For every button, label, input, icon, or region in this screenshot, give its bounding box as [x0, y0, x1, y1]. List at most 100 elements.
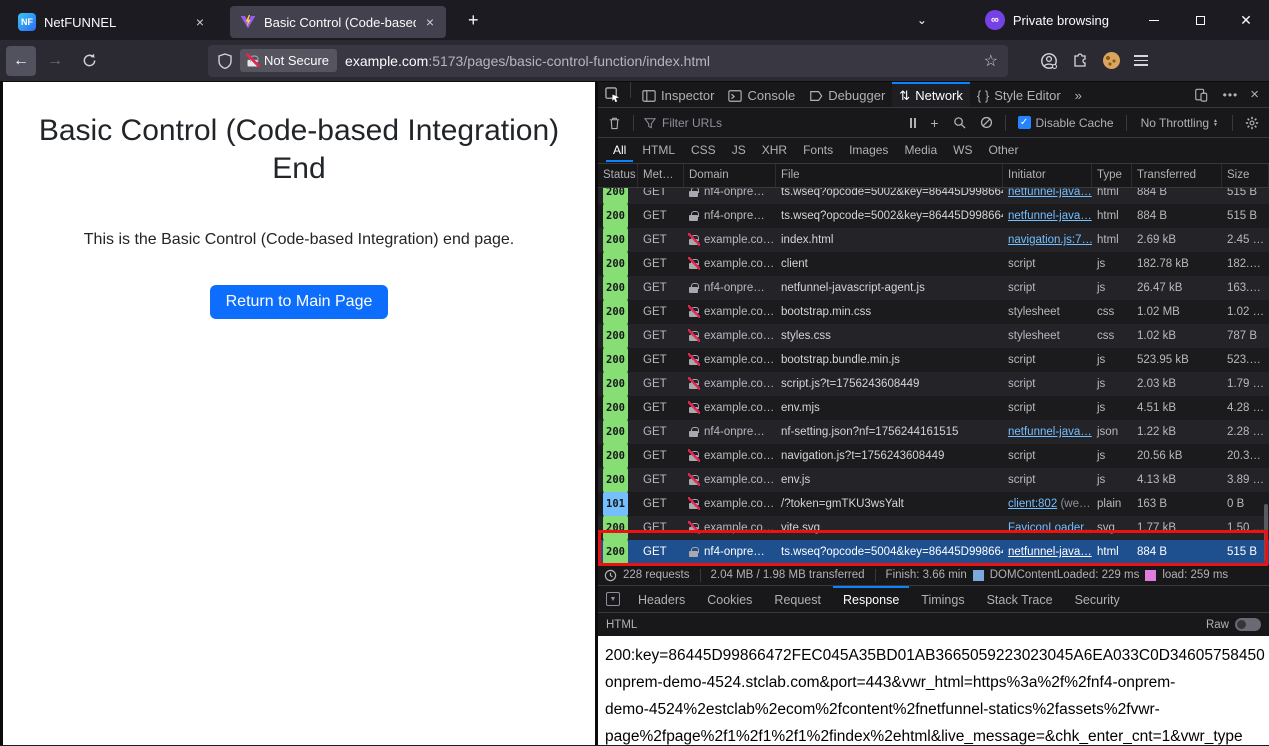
minimize-button[interactable]: [1131, 0, 1177, 40]
type-filter-other[interactable]: Other: [981, 140, 1025, 162]
initiator-cell: netfunnel-java…: [1003, 204, 1092, 228]
cookie-extension-icon[interactable]: [1103, 52, 1120, 69]
method-cell: GET: [638, 324, 684, 348]
initiator-link[interactable]: netfunnel-java…: [1008, 188, 1092, 198]
network-request-row[interactable]: 200 GET example.co… vite.svg FaviconLoad…: [598, 516, 1269, 540]
tab-cookies[interactable]: Cookies: [697, 586, 762, 612]
tab-close-icon[interactable]: ×: [194, 14, 206, 30]
search-icon[interactable]: [947, 116, 972, 129]
column-header-size[interactable]: Size: [1222, 164, 1269, 187]
shield-icon[interactable]: [218, 53, 232, 69]
type-filter-ws[interactable]: WS: [946, 140, 979, 162]
tab-debugger[interactable]: Debugger: [802, 82, 892, 107]
column-header-file[interactable]: File: [776, 164, 1003, 187]
new-tab-button[interactable]: +: [460, 10, 487, 31]
window-close-button[interactable]: ✕: [1223, 0, 1269, 40]
not-secure-chip[interactable]: Not Secure: [240, 49, 337, 72]
network-request-row[interactable]: 200 GET nf4-onpre… ts.wseq?opcode=5002&k…: [598, 188, 1269, 204]
initiator-link[interactable]: FaviconLoader…: [1008, 522, 1092, 534]
tab-inspector[interactable]: Inspector: [635, 82, 721, 107]
extensions-puzzle-icon[interactable]: [1072, 52, 1089, 69]
network-request-row[interactable]: 101 GET example.co… /?token=gmTKU3wsYalt…: [598, 492, 1269, 516]
tab-timings[interactable]: Timings: [911, 586, 974, 612]
tab-security[interactable]: Security: [1065, 586, 1130, 612]
tab-style-editor[interactable]: { } Style Editor: [970, 82, 1068, 107]
chevron-down-icon[interactable]: ⌄: [899, 13, 945, 27]
type-filter-fonts[interactable]: Fonts: [796, 140, 840, 162]
tab-response[interactable]: Response: [833, 586, 909, 612]
return-to-main-page-button[interactable]: Return to Main Page: [210, 285, 389, 319]
column-header-domain[interactable]: Domain: [684, 164, 776, 187]
back-button[interactable]: ←: [6, 46, 36, 76]
tab-netfunnel[interactable]: NF NetFUNNEL ×: [8, 6, 216, 38]
network-request-row[interactable]: 200 GET nf4-onpre… netfunnel-javascript-…: [598, 276, 1269, 300]
file-cell: netfunnel-javascript-agent.js: [776, 276, 1003, 300]
network-request-row[interactable]: 200 GET example.co… styles.css styleshee…: [598, 324, 1269, 348]
initiator-link[interactable]: netfunnel-java…: [1008, 426, 1092, 438]
response-payload[interactable]: 200:key=86445D99866472FEC045A35BD01AB366…: [598, 636, 1269, 745]
type-cell: js: [1092, 252, 1132, 276]
column-header-method[interactable]: Met…: [638, 164, 684, 187]
responsive-design-icon[interactable]: [1187, 88, 1215, 102]
network-request-row[interactable]: 200 GET example.co… env.js script js 4.1…: [598, 468, 1269, 492]
type-filter-css[interactable]: CSS: [684, 140, 723, 162]
forward-button[interactable]: →: [40, 46, 70, 76]
more-tabs-chevrons[interactable]: »: [1068, 82, 1089, 107]
type-cell: html: [1092, 540, 1132, 564]
devtools-menu-icon[interactable]: •••: [1215, 88, 1247, 102]
tab-headers[interactable]: Headers: [628, 586, 695, 612]
maximize-button[interactable]: [1177, 0, 1223, 40]
reload-button[interactable]: [74, 46, 104, 76]
raw-toggle[interactable]: [1235, 618, 1261, 631]
network-request-row[interactable]: 200 GET nf4-onpre… nf-setting.json?nf=17…: [598, 420, 1269, 444]
table-scrollbar-thumb[interactable]: [1264, 504, 1268, 562]
tab-basic-control[interactable]: Basic Control (Code-based Inte ×: [230, 6, 446, 38]
block-requests-icon[interactable]: [974, 116, 999, 129]
pause-traffic-icon[interactable]: [904, 118, 922, 128]
network-request-row[interactable]: 200 GET example.co… bootstrap.bundle.min…: [598, 348, 1269, 372]
tab-request[interactable]: Request: [764, 586, 831, 612]
initiator-link[interactable]: navigation.js:7…: [1008, 234, 1092, 246]
column-header-type[interactable]: Type: [1092, 164, 1132, 187]
type-filter-all[interactable]: All: [606, 140, 633, 162]
initiator-link[interactable]: netfunnel-java…: [1008, 546, 1092, 558]
clear-requests-icon[interactable]: [602, 116, 627, 130]
type-filter-xhr[interactable]: XHR: [755, 140, 794, 162]
pick-element-icon[interactable]: [598, 82, 626, 107]
column-header-init[interactable]: Initiator: [1003, 164, 1092, 187]
url-text[interactable]: example.com:5173/pages/basic-control-fun…: [345, 53, 976, 69]
column-header-trans[interactable]: Transferred: [1132, 164, 1222, 187]
type-filter-media[interactable]: Media: [897, 140, 944, 162]
performance-clock-icon[interactable]: [604, 569, 617, 582]
network-request-row[interactable]: 200 GET example.co… script.js?t=17562436…: [598, 372, 1269, 396]
type-filter-html[interactable]: HTML: [635, 140, 682, 162]
network-request-row[interactable]: 200 GET example.co… index.html navigatio…: [598, 228, 1269, 252]
bookmark-star-icon[interactable]: ☆: [984, 51, 998, 71]
url-bar[interactable]: Not Secure example.com:5173/pages/basic-…: [208, 45, 1008, 77]
filter-urls-input[interactable]: Filter URLs: [640, 116, 902, 130]
details-pane-icon[interactable]: ▼: [606, 592, 620, 606]
initiator-link[interactable]: netfunnel-java…: [1008, 210, 1092, 222]
tab-close-icon[interactable]: ×: [424, 14, 436, 30]
network-request-row[interactable]: 200 GET example.co… client script js 182…: [598, 252, 1269, 276]
network-request-row[interactable]: 200 GET example.co… bootstrap.min.css st…: [598, 300, 1269, 324]
initiator-link[interactable]: client:802: [1008, 498, 1057, 510]
network-request-row[interactable]: 200 GET example.co… env.mjs script js 4.…: [598, 396, 1269, 420]
tab-network[interactable]: ⇅ Network: [892, 82, 970, 107]
status-badge: 200: [603, 516, 628, 540]
account-icon[interactable]: [1040, 52, 1058, 70]
devtools-close-icon[interactable]: ×: [1246, 86, 1269, 103]
disable-cache-checkbox[interactable]: ✓ Disable Cache: [1012, 116, 1120, 130]
network-request-row[interactable]: 200 GET nf4-onpre… ts.wseq?opcode=5004&k…: [598, 540, 1269, 564]
tab-console[interactable]: Console: [721, 82, 802, 107]
menu-hamburger-icon[interactable]: [1134, 55, 1148, 66]
tab-stack-trace[interactable]: Stack Trace: [977, 586, 1063, 612]
network-request-row[interactable]: 200 GET example.co… navigation.js?t=1756…: [598, 444, 1269, 468]
add-icon[interactable]: +: [924, 115, 944, 131]
network-settings-gear-icon[interactable]: [1239, 116, 1265, 130]
type-filter-images[interactable]: Images: [842, 140, 895, 162]
column-header-status[interactable]: Status: [598, 164, 638, 187]
type-filter-js[interactable]: JS: [725, 140, 753, 162]
network-request-row[interactable]: 200 GET nf4-onpre… ts.wseq?opcode=5002&k…: [598, 204, 1269, 228]
throttling-dropdown[interactable]: No Throttling ▲▼: [1133, 116, 1226, 130]
